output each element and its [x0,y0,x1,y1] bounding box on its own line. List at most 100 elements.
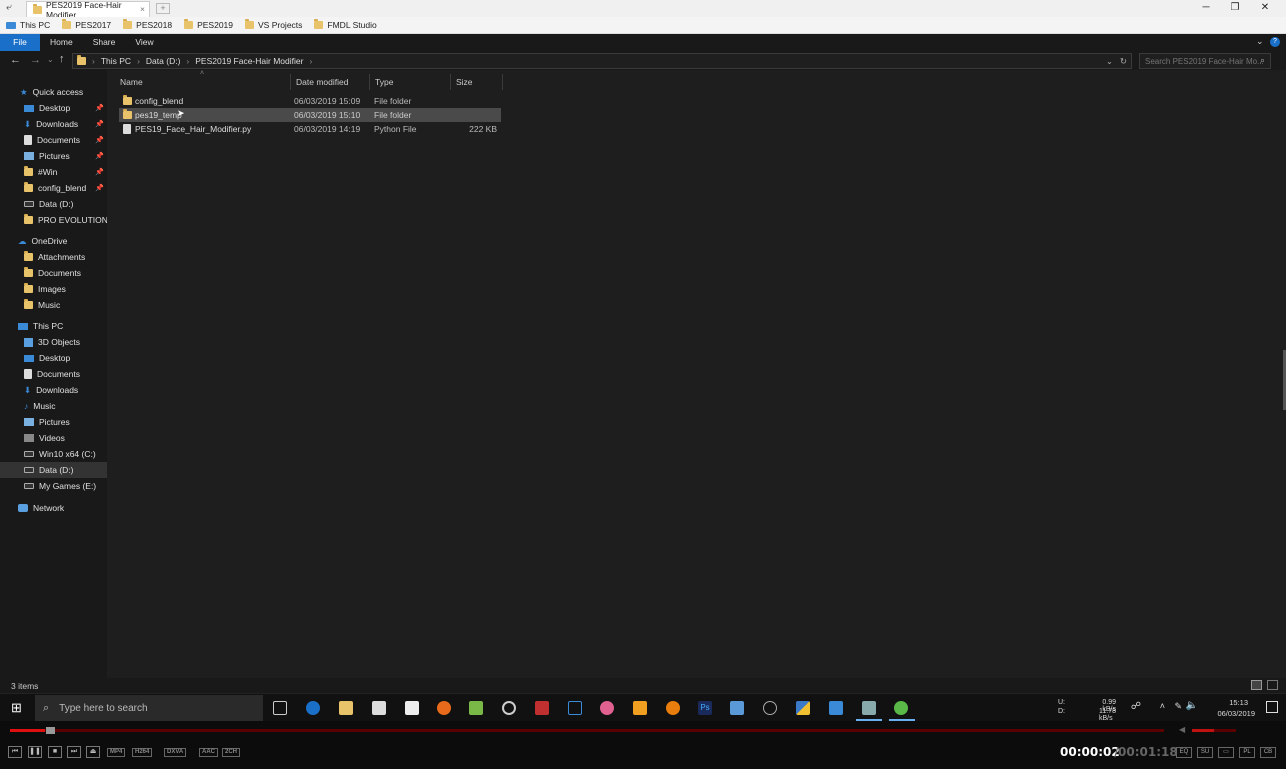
next-icon[interactable]: ⏭ [67,746,81,758]
breadcrumb-data-d[interactable]: Data (D:) [146,56,180,66]
react-icon[interactable] [763,701,777,715]
cb-button[interactable]: CB [1260,747,1276,758]
people-icon[interactable]: ☍ [1131,701,1141,712]
eq-button[interactable]: EQ [1176,747,1192,758]
bookmark-this-pc[interactable]: This PC [0,17,56,34]
file-row[interactable]: config_blend 06/03/2019 15:09 File folde… [119,94,501,108]
seek-handle[interactable] [46,727,55,734]
eject-icon[interactable]: ⏏ [86,746,100,758]
nav-quick-documents[interactable]: Documents 📌 [0,132,107,148]
nav-quick-data-d[interactable]: Data (D:) [0,196,107,212]
task-view-icon[interactable] [273,701,287,715]
window-app-icon[interactable] [829,701,843,715]
playlist-button[interactable]: PL [1239,747,1255,758]
dribbble-icon[interactable] [600,701,614,715]
notes-icon[interactable] [633,701,647,715]
bookmark-pes2018[interactable]: PES2018 [117,17,178,34]
nav-onedrive-images[interactable]: Images [0,281,107,297]
volume-slider[interactable] [1192,729,1236,732]
recent-chevron-icon[interactable]: ⌄ [47,55,54,64]
editor-icon[interactable] [730,701,744,715]
nav-onedrive-documents[interactable]: Documents [0,265,107,281]
file-explorer-icon[interactable] [339,701,353,715]
nav-pc-downloads[interactable]: ⬇ Downloads [0,382,107,398]
nav-quick-desktop[interactable]: Desktop 📌 [0,100,107,116]
tab-file[interactable]: File [0,34,40,51]
file-row[interactable]: PES19_Face_Hair_Modifier.py 06/03/2019 1… [119,122,501,136]
nav-pc-3d-objects[interactable]: 3D Objects [0,334,107,350]
nav-network[interactable]: Network [0,500,107,516]
column-header-date[interactable]: Date modified [291,74,370,90]
nav-quick-access[interactable]: ★ Quick access [0,84,107,100]
nav-pc-drive-c[interactable]: Win10 x64 (C:) [0,446,107,462]
breadcrumb-current[interactable]: PES2019 Face-Hair Modifier [195,56,303,66]
file-row-selected[interactable]: pes19_temp 06/03/2019 15:10 File folder … [119,108,501,122]
info-app-icon[interactable] [568,701,582,715]
settings-icon[interactable] [502,701,516,715]
volume-speaker-icon[interactable]: ◀ [1179,725,1185,734]
minimize-button[interactable]: ─ [1199,2,1213,13]
back-icon[interactable]: ← [10,54,21,66]
store-icon[interactable] [372,701,386,715]
new-tab-button[interactable]: + [156,3,170,14]
nav-quick-pictures[interactable]: Pictures 📌 [0,148,107,164]
column-header-name[interactable]: Name [115,74,291,90]
close-button[interactable]: ✕ [1258,2,1272,13]
column-header-type[interactable]: Type [370,74,451,90]
nav-quick-win[interactable]: #Win 📌 [0,164,107,180]
back-arrow-icon[interactable]: ⤶ [6,2,12,13]
nav-onedrive-attachments[interactable]: Attachments [0,249,107,265]
tab-view[interactable]: View [125,34,163,51]
forward-icon[interactable]: → [30,54,41,66]
taskbar-search[interactable]: ⌕ Type here to search [35,695,263,721]
tiles-view-icon[interactable] [1267,680,1278,690]
nav-onedrive[interactable]: ☁ OneDrive [0,233,107,249]
blender-icon[interactable] [666,701,680,715]
details-view-icon[interactable] [1251,680,1262,690]
nav-quick-config-blend[interactable]: config_blend 📌 [0,180,107,196]
edge-icon[interactable] [306,701,320,715]
nav-pc-drive-e[interactable]: My Games (E:) [0,478,107,494]
photoshop-icon[interactable]: Ps [698,701,712,715]
nav-this-pc[interactable]: This PC [0,318,107,334]
mail-icon[interactable] [405,701,419,715]
lock-app-icon[interactable] [535,701,549,715]
nav-pc-videos[interactable]: Videos [0,430,107,446]
tab-home[interactable]: Home [40,34,83,51]
column-header-size[interactable]: Size [451,74,503,90]
nav-pc-desktop[interactable]: Desktop [0,350,107,366]
seek-bar[interactable] [10,729,1164,732]
nav-pc-pictures[interactable]: Pictures [0,414,107,430]
nav-pc-drive-d[interactable]: Data (D:) [0,462,107,478]
up-icon[interactable]: ↑ [59,53,65,65]
screen-button[interactable]: ▭ [1218,747,1234,758]
tab-share[interactable]: Share [83,34,126,51]
nav-onedrive-music[interactable]: Music [0,297,107,313]
volume-icon[interactable]: 🔈 [1186,700,1198,711]
notification-icon[interactable] [1266,701,1278,713]
nav-quick-downloads[interactable]: ⬇ Downloads 📌 [0,116,107,132]
search-input[interactable] [1139,53,1271,69]
network-icon[interactable]: ✎ [1174,701,1182,712]
notepad-icon[interactable] [469,701,483,715]
maximize-button[interactable]: ❐ [1228,2,1242,13]
chevron-down-icon[interactable]: ⌄ [1256,36,1264,47]
python-icon[interactable] [796,701,810,715]
clock-time[interactable]: 15:13 [1229,698,1248,707]
tab-active[interactable]: PES2019 Face-Hair Modifier × [26,0,150,20]
firefox-icon[interactable] [437,701,451,715]
stop-icon[interactable]: ■ [48,746,62,758]
previous-icon[interactable]: ⏮ [8,746,22,758]
pause-icon[interactable]: ❚❚ [28,746,42,758]
tab-close-icon[interactable]: × [140,4,145,14]
subtitle-button[interactable]: SU [1197,747,1213,758]
windows-start-icon[interactable]: ⊞ [11,700,22,716]
refresh-icon[interactable]: ↻ [1120,56,1127,67]
chevron-up-icon[interactable]: ˄ [1160,701,1165,711]
help-icon[interactable]: ? [1270,37,1280,47]
bookmark-pes2017[interactable]: PES2017 [56,17,117,34]
nav-quick-pro-evolution[interactable]: PRO EVOLUTION SC [0,212,107,228]
nav-pc-music[interactable]: ♪ Music [0,398,107,414]
bookmark-vs-projects[interactable]: VS Projects [239,17,308,34]
address-bar[interactable]: › This PC › Data (D:) › PES2019 Face-Hai… [72,53,1132,69]
